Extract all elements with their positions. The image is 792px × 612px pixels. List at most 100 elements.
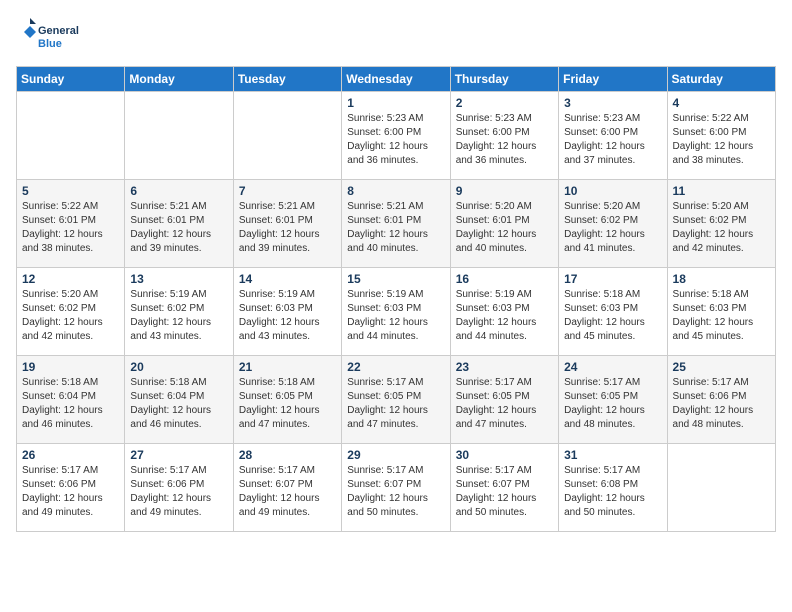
calendar-cell: 7 Sunrise: 5:21 AM Sunset: 6:01 PM Daylig… [233, 180, 341, 268]
calendar-cell [233, 92, 341, 180]
day-number: 3 [564, 96, 661, 110]
day-number: 13 [130, 272, 227, 286]
calendar-cell: 3 Sunrise: 5:23 AM Sunset: 6:00 PM Daylig… [559, 92, 667, 180]
svg-text:General: General [38, 25, 79, 37]
calendar-cell: 6 Sunrise: 5:21 AM Sunset: 6:01 PM Daylig… [125, 180, 233, 268]
day-number: 26 [22, 448, 119, 462]
calendar-cell: 20 Sunrise: 5:18 AM Sunset: 6:04 PM Dayli… [125, 356, 233, 444]
calendar-cell: 26 Sunrise: 5:17 AM Sunset: 6:06 PM Dayli… [17, 444, 125, 532]
day-info: Sunrise: 5:17 AM Sunset: 6:07 PM Dayligh… [456, 464, 553, 520]
day-info: Sunrise: 5:23 AM Sunset: 6:00 PM Dayligh… [564, 112, 661, 168]
calendar-cell: 24Sunrise: 5:17 AM Sunset: 6:05 PM Dayli… [559, 356, 667, 444]
calendar-cell: 10 Sunrise: 5:20 AM Sunset: 6:02 PM Dayli… [559, 180, 667, 268]
day-info: Sunrise: 5:18 AM Sunset: 6:03 PM Dayligh… [564, 288, 661, 344]
calendar-table: SundayMondayTuesdayWednesdayThursdayFrid… [16, 66, 776, 532]
day-number: 10 [564, 184, 661, 198]
weekday-header-row: SundayMondayTuesdayWednesdayThursdayFrid… [17, 67, 776, 92]
day-info: Sunrise: 5:20 AM Sunset: 6:02 PM Dayligh… [673, 200, 770, 256]
calendar-cell: 19Sunrise: 5:18 AM Sunset: 6:04 PM Dayli… [17, 356, 125, 444]
day-info: Sunrise: 5:17 AM Sunset: 6:06 PM Dayligh… [673, 376, 770, 432]
day-info: Sunrise: 5:21 AM Sunset: 6:01 PM Dayligh… [347, 200, 444, 256]
day-info: Sunrise: 5:17 AM Sunset: 6:07 PM Dayligh… [239, 464, 336, 520]
day-number: 17 [564, 272, 661, 286]
calendar-cell: 16 Sunrise: 5:19 AM Sunset: 6:03 PM Dayli… [450, 268, 558, 356]
day-info: Sunrise: 5:17 AM Sunset: 6:05 PM Dayligh… [347, 376, 444, 432]
day-info: Sunrise: 5:18 AM Sunset: 6:04 PM Dayligh… [130, 376, 227, 432]
day-info: Sunrise: 5:19 AM Sunset: 6:02 PM Dayligh… [130, 288, 227, 344]
day-info: Sunrise: 5:19 AM Sunset: 6:03 PM Dayligh… [456, 288, 553, 344]
day-number: 30 [456, 448, 553, 462]
calendar-cell: 14 Sunrise: 5:19 AM Sunset: 6:03 PM Dayli… [233, 268, 341, 356]
day-number: 1 [347, 96, 444, 110]
day-number: 12 [22, 272, 119, 286]
logo: General Blue [16, 16, 86, 56]
day-info: Sunrise: 5:20 AM Sunset: 6:02 PM Dayligh… [22, 288, 119, 344]
calendar-cell: 27 Sunrise: 5:17 AM Sunset: 6:06 PM Dayli… [125, 444, 233, 532]
day-number: 16 [456, 272, 553, 286]
day-number: 7 [239, 184, 336, 198]
calendar-cell: 15 Sunrise: 5:19 AM Sunset: 6:03 PM Dayli… [342, 268, 450, 356]
day-number: 22 [347, 360, 444, 374]
calendar-cell: 12 Sunrise: 5:20 AM Sunset: 6:02 PM Dayli… [17, 268, 125, 356]
day-number: 20 [130, 360, 227, 374]
weekday-header-sunday: Sunday [17, 67, 125, 92]
day-info: Sunrise: 5:17 AM Sunset: 6:06 PM Dayligh… [130, 464, 227, 520]
day-number: 21 [239, 360, 336, 374]
day-number: 11 [673, 184, 770, 198]
weekday-header-monday: Monday [125, 67, 233, 92]
calendar-week-2: 5Sunrise: 5:22 AM Sunset: 6:01 PM Daylig… [17, 180, 776, 268]
day-number: 19 [22, 360, 119, 374]
calendar-cell [125, 92, 233, 180]
day-number: 29 [347, 448, 444, 462]
weekday-header-friday: Friday [559, 67, 667, 92]
calendar-cell: 25 Sunrise: 5:17 AM Sunset: 6:06 PM Dayli… [667, 356, 775, 444]
page-header: General Blue [16, 16, 776, 56]
day-info: Sunrise: 5:20 AM Sunset: 6:02 PM Dayligh… [564, 200, 661, 256]
day-number: 8 [347, 184, 444, 198]
day-info: Sunrise: 5:19 AM Sunset: 6:03 PM Dayligh… [347, 288, 444, 344]
day-info: Sunrise: 5:23 AM Sunset: 6:00 PM Dayligh… [347, 112, 444, 168]
day-info: Sunrise: 5:17 AM Sunset: 6:05 PM Dayligh… [564, 376, 661, 432]
day-number: 27 [130, 448, 227, 462]
weekday-header-wednesday: Wednesday [342, 67, 450, 92]
calendar-cell: 17 Sunrise: 5:18 AM Sunset: 6:03 PM Dayli… [559, 268, 667, 356]
day-info: Sunrise: 5:17 AM Sunset: 6:06 PM Dayligh… [22, 464, 119, 520]
day-info: Sunrise: 5:21 AM Sunset: 6:01 PM Dayligh… [130, 200, 227, 256]
calendar-week-5: 26 Sunrise: 5:17 AM Sunset: 6:06 PM Dayli… [17, 444, 776, 532]
day-number: 18 [673, 272, 770, 286]
weekday-header-thursday: Thursday [450, 67, 558, 92]
calendar-cell [17, 92, 125, 180]
calendar-cell [667, 444, 775, 532]
calendar-week-3: 12 Sunrise: 5:20 AM Sunset: 6:02 PM Dayli… [17, 268, 776, 356]
calendar-cell: 11 Sunrise: 5:20 AM Sunset: 6:02 PM Dayli… [667, 180, 775, 268]
calendar-cell: 22 Sunrise: 5:17 AM Sunset: 6:05 PM Dayli… [342, 356, 450, 444]
calendar-cell: 1 Sunrise: 5:23 AM Sunset: 6:00 PM Daylig… [342, 92, 450, 180]
day-number: 14 [239, 272, 336, 286]
day-number: 28 [239, 448, 336, 462]
day-number: 4 [673, 96, 770, 110]
day-info: Sunrise: 5:21 AM Sunset: 6:01 PM Dayligh… [239, 200, 336, 256]
day-info: Sunrise: 5:23 AM Sunset: 6:00 PM Dayligh… [456, 112, 553, 168]
day-info: Sunrise: 5:22 AM Sunset: 6:01 PM Dayligh… [22, 200, 119, 256]
day-info: Sunrise: 5:22 AM Sunset: 6:00 PM Dayligh… [673, 112, 770, 168]
day-number: 23 [456, 360, 553, 374]
calendar-cell: 8 Sunrise: 5:21 AM Sunset: 6:01 PM Daylig… [342, 180, 450, 268]
day-info: Sunrise: 5:18 AM Sunset: 6:05 PM Dayligh… [239, 376, 336, 432]
calendar-cell: 9Sunrise: 5:20 AM Sunset: 6:01 PM Daylig… [450, 180, 558, 268]
day-info: Sunrise: 5:19 AM Sunset: 6:03 PM Dayligh… [239, 288, 336, 344]
svg-text:Blue: Blue [38, 38, 62, 50]
day-info: Sunrise: 5:18 AM Sunset: 6:03 PM Dayligh… [673, 288, 770, 344]
day-number: 31 [564, 448, 661, 462]
day-number: 6 [130, 184, 227, 198]
day-number: 2 [456, 96, 553, 110]
day-number: 15 [347, 272, 444, 286]
calendar-cell: 28 Sunrise: 5:17 AM Sunset: 6:07 PM Dayli… [233, 444, 341, 532]
day-number: 9 [456, 184, 553, 198]
calendar-week-4: 19 Sunrise: 5:18 AM Sunset: 6:04 PM Dayli… [17, 356, 776, 444]
day-number: 25 [673, 360, 770, 374]
day-info: Sunrise: 5:17 AM Sunset: 6:07 PM Dayligh… [347, 464, 444, 520]
calendar-cell: 29 Sunrise: 5:17 AM Sunset: 6:07 PM Dayli… [342, 444, 450, 532]
weekday-header-tuesday: Tuesday [233, 67, 341, 92]
calendar-cell: 23Sunrise: 5:17 AM Sunset: 6:05 PM Dayli… [450, 356, 558, 444]
logo-svg: General Blue [16, 16, 86, 56]
